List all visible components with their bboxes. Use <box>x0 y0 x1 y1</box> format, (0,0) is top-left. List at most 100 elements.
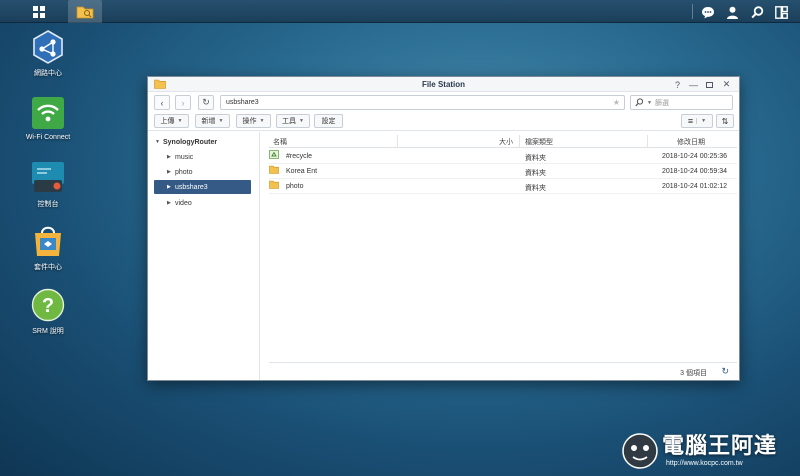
window-title: File Station <box>421 80 466 89</box>
window-titlebar[interactable]: File Station ? — ✕ <box>148 77 739 92</box>
collapsed-caret-icon[interactable]: ▶ <box>167 184 175 190</box>
main-menu-button[interactable] <box>26 0 52 23</box>
navigation-bar: ‹ › ↻ usbshare3 ★ ▼ 篩選 <box>148 93 739 113</box>
file-type: 資料夾 <box>525 170 546 177</box>
column-header-type[interactable]: 檔案類型 <box>525 137 553 147</box>
chevron-right-icon: › <box>181 97 185 108</box>
desktop-icon-wifi-connect[interactable]: Wi-Fi Connect <box>16 96 80 141</box>
tree-item-photo[interactable]: ▶ photo <box>167 165 251 179</box>
filter-caret-icon[interactable]: ▼ <box>647 100 652 106</box>
tree-item-label: photo <box>175 168 193 176</box>
settings-button[interactable]: 設定 <box>314 114 343 128</box>
file-type: 資料夾 <box>525 155 546 162</box>
watermark-brand: 電腦王阿達 <box>662 434 778 459</box>
caret-down-icon: ▼ <box>299 118 304 124</box>
widgets-button[interactable] <box>771 2 791 22</box>
tools-button[interactable]: 工具 ▼ <box>276 114 310 128</box>
taskbar-divider <box>692 4 693 19</box>
column-header-name[interactable]: 名稱 <box>273 137 287 147</box>
chat-button[interactable] <box>698 2 718 22</box>
path-text: usbshare3 <box>226 99 259 106</box>
action-button[interactable]: 操作 ▼ <box>236 114 271 128</box>
help-button[interactable]: ? <box>672 79 683 90</box>
tree-item-video[interactable]: ▶ video <box>167 196 251 210</box>
desktop-icon-label: 套件中心 <box>34 264 62 271</box>
desktop-icon-label: 控制台 <box>37 201 59 208</box>
file-type: 資料夾 <box>525 185 546 192</box>
widgets-icon <box>774 5 788 19</box>
expanded-caret-icon[interactable]: ▼ <box>155 139 163 145</box>
sort-button[interactable]: ⇅ <box>716 114 734 128</box>
caret-down-icon: ▼ <box>696 118 706 124</box>
forward-button[interactable]: › <box>175 95 191 110</box>
taskbar-file-station[interactable] <box>68 0 102 23</box>
maximize-button[interactable] <box>704 79 715 90</box>
sort-icon: ⇅ <box>721 116 729 126</box>
collapsed-caret-icon[interactable]: ▶ <box>167 169 175 175</box>
tree-item-label: video <box>175 199 192 207</box>
maximize-icon <box>706 81 713 88</box>
tree-item-music[interactable]: ▶ music <box>167 150 251 164</box>
search-icon <box>750 5 763 18</box>
desktop-icon-network-center[interactable]: 網路中心 <box>16 30 80 78</box>
table-row[interactable]: photo 資料夾 2018-10-24 01:02:12 <box>269 180 737 194</box>
desktop-icon-control-panel[interactable]: 控制台 <box>16 161 80 209</box>
create-button[interactable]: 新增 ▼ <box>195 114 230 128</box>
watermark-url: http://www.kocpc.com.tw <box>666 460 743 467</box>
list-header: 名稱 大小 檔案類型 修改日期 <box>269 135 737 148</box>
close-button[interactable]: ✕ <box>721 79 732 90</box>
desktop-icon-srm-help[interactable]: ? SRM 說明 <box>16 288 80 336</box>
column-divider[interactable] <box>647 135 648 147</box>
settings-label: 設定 <box>321 118 336 125</box>
user-button[interactable] <box>722 2 742 22</box>
table-row[interactable]: Korea Ent 資料夾 2018-10-24 00:59:34 <box>269 165 737 179</box>
column-divider[interactable] <box>519 135 520 147</box>
file-list: 名稱 大小 檔案類型 修改日期 #recycle 資料夾 2018-10-24 … <box>261 132 739 380</box>
desktop-icon-label: SRM 說明 <box>32 328 64 335</box>
file-name: Korea Ent <box>286 168 318 175</box>
star-icon[interactable]: ★ <box>613 98 620 107</box>
collapsed-caret-icon[interactable]: ▶ <box>167 200 175 206</box>
file-modified: 2018-10-24 00:25:36 <box>662 153 727 160</box>
taskbar <box>0 0 800 23</box>
user-icon <box>726 6 738 19</box>
column-header-modified[interactable]: 修改日期 <box>677 137 705 147</box>
back-button[interactable]: ‹ <box>154 95 170 110</box>
item-count: 3 個項目 <box>680 370 707 377</box>
close-icon: ✕ <box>722 79 731 89</box>
minimize-button[interactable]: — <box>688 79 699 90</box>
tools-label: 工具 <box>282 118 297 125</box>
create-label: 新增 <box>201 118 216 125</box>
file-name: photo <box>286 183 304 190</box>
file-modified: 2018-10-24 01:02:12 <box>662 183 727 190</box>
desktop-icon-package-center[interactable]: 套件中心 <box>16 224 80 272</box>
table-row[interactable]: #recycle 資料夾 2018-10-24 00:25:36 <box>269 150 737 164</box>
folder-icon <box>269 180 279 189</box>
refresh-icon: ↻ <box>202 97 210 107</box>
control-panel-icon <box>32 162 64 192</box>
collapsed-caret-icon[interactable]: ▶ <box>167 154 175 160</box>
view-mode-button[interactable]: ≡ ▼ <box>681 114 713 128</box>
column-divider[interactable] <box>397 135 398 147</box>
column-header-size[interactable]: 大小 <box>499 137 513 147</box>
refresh-icon[interactable]: ↻ <box>721 366 729 377</box>
caret-down-icon: ▼ <box>177 118 183 124</box>
refresh-button[interactable]: ↻ <box>198 95 214 110</box>
file-modified: 2018-10-24 00:59:34 <box>662 168 727 175</box>
tree-item-usbshare3[interactable]: ▶ usbshare3 <box>154 180 251 194</box>
question-icon: ? <box>674 79 680 90</box>
search-button[interactable] <box>747 2 767 22</box>
filter-input[interactable]: ▼ 篩選 <box>630 95 733 110</box>
upload-button[interactable]: 上傳 ▼ <box>154 114 189 128</box>
search-icon <box>635 98 644 107</box>
network-center-icon <box>33 30 63 64</box>
help-icon: ? <box>31 288 65 322</box>
path-field[interactable]: usbshare3 ★ <box>220 95 625 110</box>
recycle-folder-icon <box>269 150 279 159</box>
folder-tree: ▼ SynologyRouter ▶ music ▶ photo ▶ usbsh… <box>148 132 260 380</box>
tree-root[interactable]: ▼ SynologyRouter <box>155 135 217 149</box>
desktop-icon-label: 網路中心 <box>34 70 62 77</box>
mascot-logo <box>622 433 658 469</box>
list-view-icon: ≡ <box>687 116 694 126</box>
caret-down-icon: ▼ <box>259 118 265 124</box>
